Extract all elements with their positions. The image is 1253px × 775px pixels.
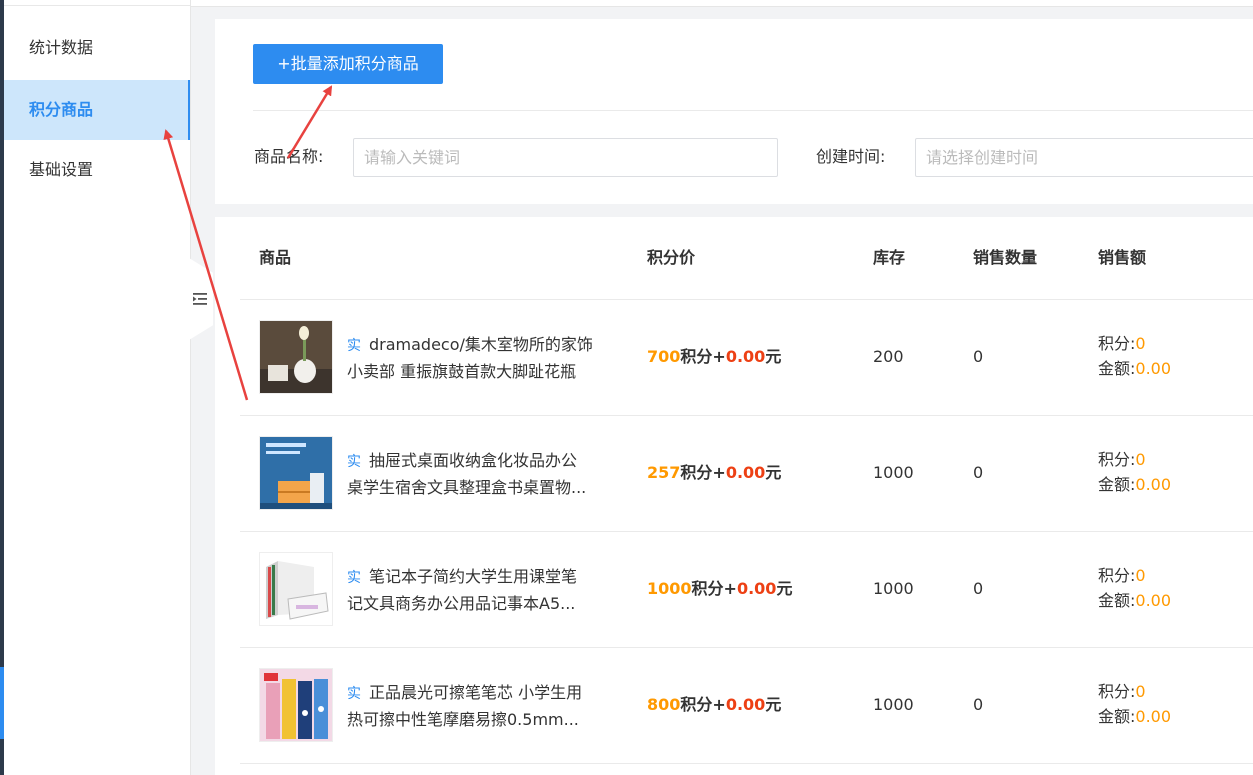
column-header-stock: 库存 xyxy=(873,248,906,267)
points-price: 257积分+0.00元 xyxy=(647,463,782,482)
product-name[interactable]: 实 dramadeco/集木室物所的家饰 小卖部 重振旗鼓首款大脚趾花瓶 xyxy=(347,332,617,384)
sidebar-item-basic-settings[interactable]: 基础设置 xyxy=(4,140,190,200)
stock-value: 1000 xyxy=(873,695,914,714)
sales-amount: 积分:0 金额:0.00 xyxy=(1098,682,1172,726)
physical-tag: 实 xyxy=(347,686,361,702)
product-name[interactable]: 实抽屉式桌面收纳盒化妆品办公 桌学生宿舍文具整理盒书桌置物... xyxy=(347,448,617,500)
sold-count-value: 0 xyxy=(973,463,984,482)
sales-amount: 积分:0 金额:0.00 xyxy=(1098,334,1172,378)
product-thumbnail[interactable] xyxy=(259,320,333,394)
product-name[interactable]: 实笔记本子简约大学生用课堂笔 记文具商务办公用品记事本A5... xyxy=(347,564,617,616)
collapse-menu-icon[interactable] xyxy=(192,291,208,307)
sales-amount: 积分:0 金额:0.00 xyxy=(1098,566,1172,610)
physical-tag: 实 xyxy=(347,454,361,470)
sidebar-item-label: 统计数据 xyxy=(29,38,94,57)
vase-photo-icon xyxy=(260,321,332,393)
stock-value: 1000 xyxy=(873,579,914,598)
stock-value: 200 xyxy=(873,347,904,366)
sidebar-item-label: 基础设置 xyxy=(29,160,94,179)
product-name-label: 商品名称: xyxy=(254,147,324,166)
column-header-points-price: 积分价 xyxy=(647,248,696,267)
product-thumbnail[interactable] xyxy=(259,668,333,742)
notebook-photo-icon xyxy=(260,553,332,625)
create-time-label: 创建时间: xyxy=(816,147,886,166)
column-header-sold-count: 销售数量 xyxy=(973,248,1038,267)
divider xyxy=(253,110,1253,111)
create-time-picker[interactable]: 请选择创建时间 xyxy=(915,138,1253,177)
product-name-input[interactable]: 请输入关键词 xyxy=(353,138,778,177)
points-price: 1000积分+0.00元 xyxy=(647,579,793,598)
top-bar xyxy=(191,0,1253,7)
physical-tag: 实 xyxy=(347,338,361,354)
points-price: 700积分+0.00元 xyxy=(647,347,782,366)
sold-count-value: 0 xyxy=(973,347,984,366)
sold-count-value: 0 xyxy=(973,579,984,598)
storage-box-photo-icon xyxy=(260,437,332,509)
sidebar-item-points-products[interactable]: 积分商品 xyxy=(4,80,190,140)
product-thumbnail[interactable] xyxy=(259,436,333,510)
points-price: 800积分+0.00元 xyxy=(647,695,782,714)
batch-add-points-product-button[interactable]: +批量添加积分商品 xyxy=(253,44,443,84)
sidebar: 统计数据 积分商品 基础设置 xyxy=(4,0,191,775)
physical-tag: 实 xyxy=(347,570,361,586)
column-header-product: 商品 xyxy=(259,248,292,267)
sold-count-value: 0 xyxy=(973,695,984,714)
column-header-sales-amount: 销售额 xyxy=(1098,248,1147,267)
sales-amount: 积分:0 金额:0.00 xyxy=(1098,450,1172,494)
stock-value: 1000 xyxy=(873,463,914,482)
sidebar-item-label: 积分商品 xyxy=(29,100,94,119)
pen-refill-photo-icon xyxy=(260,669,332,741)
sidebar-item-statistics[interactable]: 统计数据 xyxy=(4,18,190,78)
product-thumbnail[interactable] xyxy=(259,552,333,626)
product-name[interactable]: 实正品晨光可擦笔笔芯 小学生用 热可擦中性笔摩磨易擦0.5mm... xyxy=(347,680,617,732)
